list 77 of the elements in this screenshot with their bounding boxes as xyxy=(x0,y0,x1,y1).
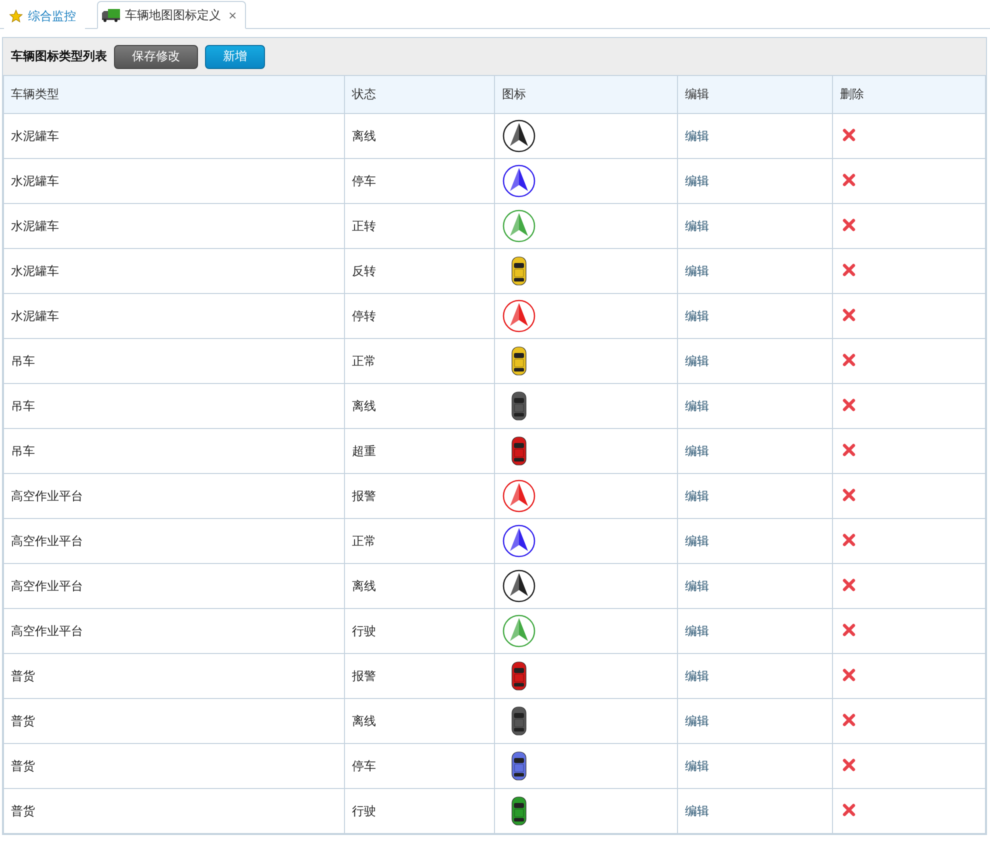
tab-label: 综合监控 xyxy=(28,8,76,24)
column-header: 车辆类型 xyxy=(4,76,344,114)
table-cell: 高空作业平台 xyxy=(4,608,344,654)
table-cell: 水泥罐车 xyxy=(4,294,344,338)
table-cell: 水泥罐车 xyxy=(4,114,344,158)
delete-icon[interactable] xyxy=(842,488,856,502)
edit-link[interactable]: 编辑 xyxy=(685,398,709,412)
delete-icon[interactable] xyxy=(842,802,856,816)
table-cell: 行驶 xyxy=(344,788,494,834)
delete-icon[interactable] xyxy=(842,218,856,232)
tab[interactable]: 车辆地图图标定义 × xyxy=(97,1,246,29)
edit-link[interactable]: 编辑 xyxy=(685,534,709,548)
edit-link[interactable]: 编辑 xyxy=(685,308,709,322)
delete-icon[interactable] xyxy=(842,668,856,682)
table-cell: 水泥罐车 xyxy=(4,158,344,204)
edit-link[interactable]: 编辑 xyxy=(685,758,709,772)
delete-icon[interactable] xyxy=(842,262,856,276)
table-cell: 离线 xyxy=(344,114,494,158)
table-cell: 吊车 xyxy=(4,428,344,474)
table-cell: 离线 xyxy=(344,698,494,744)
edit-link[interactable]: 编辑 xyxy=(685,128,709,142)
delete-icon[interactable] xyxy=(842,172,856,186)
edit-link[interactable]: 编辑 xyxy=(685,668,709,682)
table-cell: 报警 xyxy=(344,474,494,518)
edit-link[interactable]: 编辑 xyxy=(685,624,709,638)
table-cell: 停车 xyxy=(344,744,494,788)
close-icon[interactable]: × xyxy=(228,8,238,22)
delete-icon[interactable] xyxy=(842,352,856,366)
column-header: 删除 xyxy=(832,76,986,114)
table-cell: 停转 xyxy=(344,294,494,338)
delete-icon[interactable] xyxy=(842,712,856,726)
column-header: 图标 xyxy=(494,76,678,114)
table-cell: 超重 xyxy=(344,428,494,474)
table-cell: 反转 xyxy=(344,248,494,294)
edit-link[interactable]: 编辑 xyxy=(685,354,709,368)
table-cell: 报警 xyxy=(344,654,494,698)
edit-link[interactable]: 编辑 xyxy=(685,714,709,728)
table-cell: 正转 xyxy=(344,204,494,248)
table-cell: 行驶 xyxy=(344,608,494,654)
delete-icon[interactable] xyxy=(842,532,856,546)
column-header: 编辑 xyxy=(678,76,832,114)
edit-link[interactable]: 编辑 xyxy=(685,218,709,232)
table-cell: 普货 xyxy=(4,744,344,788)
edit-link[interactable]: 编辑 xyxy=(685,174,709,188)
table-cell: 离线 xyxy=(344,564,494,608)
table-cell: 吊车 xyxy=(4,384,344,428)
list-title: 车辆图标类型列表 xyxy=(11,48,107,65)
delete-icon[interactable] xyxy=(842,128,856,142)
column-header: 状态 xyxy=(344,76,494,114)
table-cell: 正常 xyxy=(344,338,494,384)
table-cell: 普货 xyxy=(4,654,344,698)
delete-icon[interactable] xyxy=(842,442,856,456)
edit-link[interactable]: 编辑 xyxy=(685,804,709,818)
delete-icon[interactable] xyxy=(842,398,856,412)
table-cell: 停车 xyxy=(344,158,494,204)
table-cell: 正常 xyxy=(344,518,494,564)
table-cell: 高空作业平台 xyxy=(4,518,344,564)
table-cell: 离线 xyxy=(344,384,494,428)
edit-link[interactable]: 编辑 xyxy=(685,444,709,458)
edit-link[interactable]: 编辑 xyxy=(685,488,709,502)
star-icon xyxy=(9,9,23,23)
delete-icon[interactable] xyxy=(842,308,856,322)
delete-icon[interactable] xyxy=(842,758,856,772)
table-cell: 普货 xyxy=(4,698,344,744)
tab-label: 车辆地图图标定义 xyxy=(125,6,221,24)
delete-icon[interactable] xyxy=(842,622,856,636)
table-cell: 水泥罐车 xyxy=(4,204,344,248)
edit-link[interactable]: 编辑 xyxy=(685,578,709,592)
table-cell: 高空作业平台 xyxy=(4,564,344,608)
table-cell: 高空作业平台 xyxy=(4,474,344,518)
table-cell: 吊车 xyxy=(4,338,344,384)
save-button[interactable]: 保存修改 xyxy=(114,44,198,68)
table-cell: 普货 xyxy=(4,788,344,834)
edit-link[interactable]: 编辑 xyxy=(685,264,709,278)
truck-icon xyxy=(102,8,120,22)
delete-icon[interactable] xyxy=(842,578,856,592)
table-cell: 水泥罐车 xyxy=(4,248,344,294)
